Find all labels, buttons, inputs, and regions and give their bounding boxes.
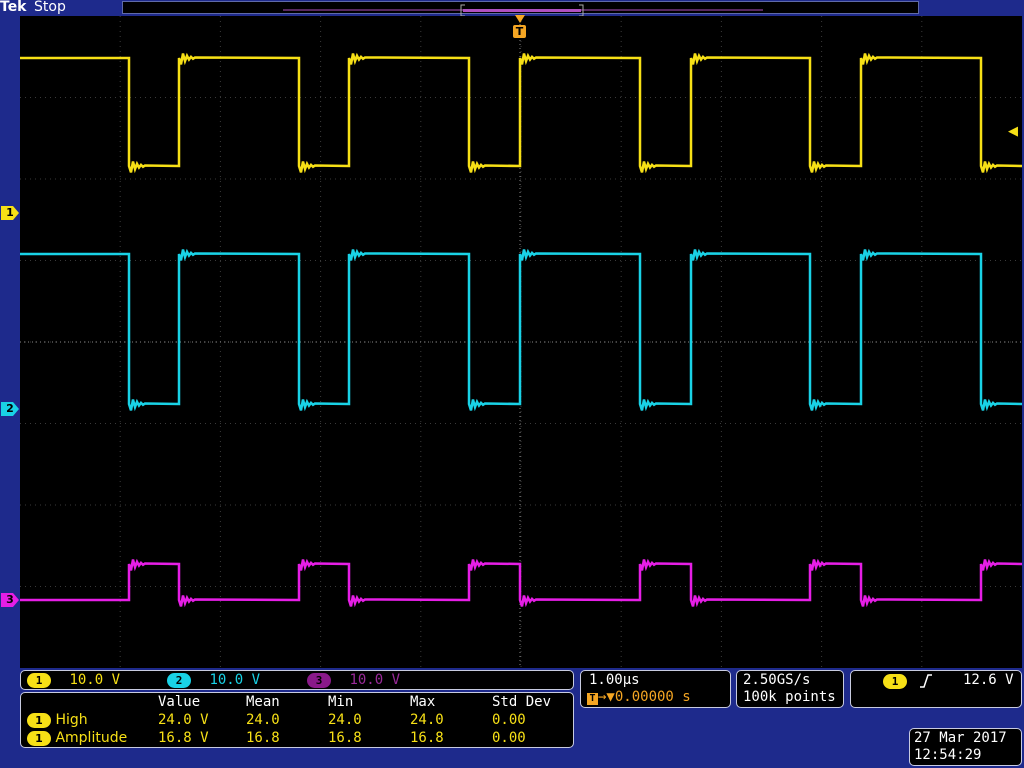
row-1-max: 24.0 [410,712,444,728]
header-max: Max [410,694,436,710]
header-min: Min [328,694,354,710]
channel-2-scale: 10.0 V [209,672,261,688]
sample-rate: 2.50GS/s [743,672,811,688]
row-1-channel-badge: 1 [27,712,51,728]
trigger-position-marker[interactable]: T [513,25,526,38]
header-mean: Mean [246,694,280,710]
channel-2-setting[interactable]: 2 10.0 V [167,672,260,688]
measurement-row-amplitude[interactable]: 1 Amplitude [27,730,127,746]
trigger-arrow-icon [515,15,525,23]
channel-3-setting[interactable]: 3 10.0 V [307,672,400,688]
row-2-min: 16.8 [328,730,362,746]
trigger-level: 12.6 V [963,672,1014,688]
waveform-display[interactable] [20,16,1022,668]
channel-1-scale: 10.0 V [69,672,121,688]
channel-3-scale: 10.0 V [349,672,401,688]
row-1-value: 24.0 V [158,712,209,728]
row-2-name: Amplitude [55,730,128,746]
header-std-dev: Std Dev [492,694,552,710]
row-2-max: 16.8 [410,730,444,746]
channel-1-setting[interactable]: 1 10.0 V [27,672,120,688]
channel-settings-bar: 1 10.0 V 2 10.0 V 3 10.0 V [20,670,574,690]
header-value: Value [158,694,201,710]
row-2-channel-badge: 1 [27,730,51,746]
date: 27 Mar 2017 [914,730,1007,746]
horizontal-scale: 1.00µs [589,672,640,688]
record-length: 100k points [743,689,836,705]
record-view-bar[interactable] [122,1,919,17]
rising-edge-icon [920,674,932,688]
row-1-mean: 24.0 [246,712,280,728]
brand-logo: Tek [0,0,27,15]
horizontal-settings[interactable]: 1.00µs T →▼0.00000 s [580,670,731,708]
channel-1-ground-marker[interactable]: 1 [1,206,19,220]
date-time-panel: 27 Mar 2017 12:54:29 [909,728,1022,766]
channel-1-badge: 1 [27,672,51,688]
acquisition-settings[interactable]: 2.50GS/s 100k points [736,670,844,708]
channel-2-ground-marker[interactable]: 2 [1,402,19,416]
channel-3-badge: 3 [307,672,331,688]
top-status-bar: Tek Stop [0,0,1024,17]
trigger-settings[interactable]: 1 12.6 V [850,670,1022,708]
acquisition-status: Stop [34,0,66,15]
channel-1-waveform [20,52,1022,174]
trigger-level-arrow-icon[interactable]: ◀ [1008,124,1018,139]
horizontal-position: T →▼0.00000 s [587,689,691,705]
channel-2-waveform [20,248,1022,412]
row-2-std: 0.00 [492,730,526,746]
time: 12:54:29 [914,747,982,763]
row-2-mean: 16.8 [246,730,280,746]
measurement-table[interactable]: Value Mean Min Max Std Dev 1 High 24.0 V… [20,692,574,748]
position-arrow-icon: →▼ [598,689,615,705]
horizontal-position-value: 0.00000 s [614,689,691,705]
row-1-name: High [55,712,88,728]
trigger-t-icon: T [587,693,598,705]
row-2-value: 16.8 V [158,730,209,746]
row-1-std: 0.00 [492,712,526,728]
waveform-graticule [20,16,1022,668]
channel-3-waveform [20,558,1022,608]
channel-3-ground-marker[interactable]: 3 [1,593,19,607]
trigger-source-badge: 1 [883,674,907,689]
row-1-min: 24.0 [328,712,362,728]
measurement-row-high[interactable]: 1 High [27,712,88,728]
channel-2-badge: 2 [167,672,191,688]
